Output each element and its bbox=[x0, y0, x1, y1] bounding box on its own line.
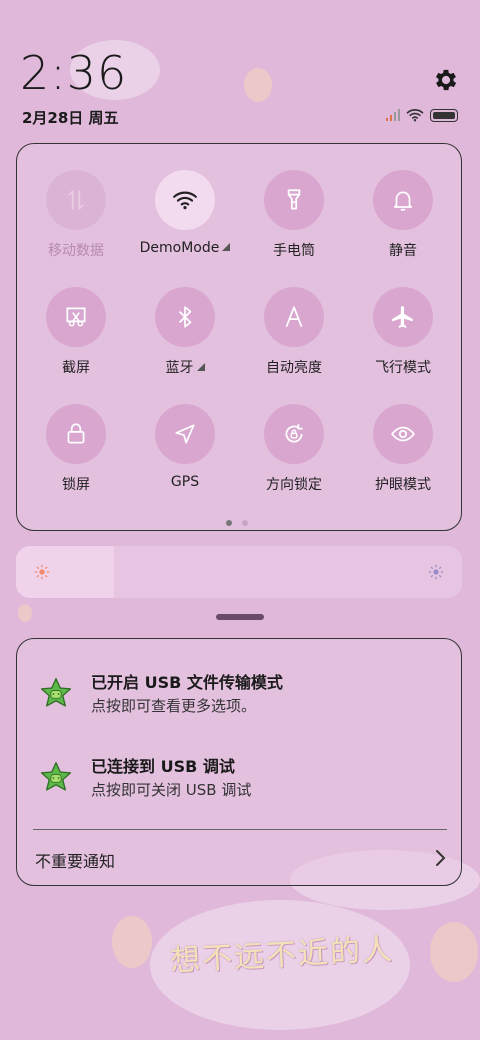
wifi-icon bbox=[155, 170, 215, 230]
wallpaper-dot bbox=[430, 922, 478, 982]
auto-brightness-icon bbox=[264, 287, 324, 347]
tile-screenshot[interactable]: 截屏 bbox=[21, 287, 131, 397]
android-star-icon bbox=[40, 678, 72, 707]
brightness-slider[interactable] bbox=[16, 546, 462, 598]
screenshot-icon bbox=[46, 287, 106, 347]
tile-demomode-wifi[interactable]: DemoMode bbox=[130, 170, 240, 280]
notification-title: 已开启 USB 文件传输模式 bbox=[91, 673, 283, 692]
drag-handle[interactable] bbox=[216, 614, 264, 620]
tile-label: 护眼模式 bbox=[375, 477, 431, 493]
page-dot-active bbox=[226, 520, 232, 526]
wallpaper-dot bbox=[112, 916, 152, 968]
clock-time: 2:36 bbox=[20, 46, 128, 100]
tile-auto-brightness[interactable]: 自动亮度 bbox=[239, 287, 349, 397]
page-dot bbox=[242, 520, 248, 526]
flashlight-icon bbox=[264, 170, 324, 230]
tile-airplane-mode[interactable]: 飞行模式 bbox=[348, 287, 458, 397]
tile-bluetooth[interactable]: 蓝牙 bbox=[130, 287, 240, 397]
tile-mute[interactable]: 静音 bbox=[348, 170, 458, 280]
tile-label: 飞行模式 bbox=[375, 360, 431, 376]
brightness-low-icon bbox=[34, 564, 50, 580]
battery-icon bbox=[430, 108, 458, 122]
divider bbox=[33, 829, 447, 830]
wallpaper-dot bbox=[18, 604, 32, 622]
tile-flashlight[interactable]: 手电筒 bbox=[239, 170, 349, 280]
clock-date: 2月28日 周五 bbox=[22, 109, 119, 127]
notification-item[interactable]: 已连接到 USB 调试 点按即可关闭 USB 调试 bbox=[17, 751, 463, 811]
location-icon bbox=[155, 404, 215, 464]
notification-subtitle: 点按即可查看更多选项。 bbox=[91, 697, 257, 715]
tile-label: 手电筒 bbox=[273, 243, 315, 259]
signal-icon bbox=[386, 109, 400, 121]
notification-title: 已连接到 USB 调试 bbox=[91, 757, 235, 776]
system-status-icons bbox=[386, 108, 458, 122]
tile-rotation-lock[interactable]: 方向锁定 bbox=[239, 404, 349, 514]
mobile-data-icon bbox=[46, 170, 106, 230]
tile-lock-screen[interactable]: 锁屏 bbox=[21, 404, 131, 514]
page-indicator bbox=[226, 520, 248, 526]
tile-label: 锁屏 bbox=[62, 477, 90, 493]
brightness-high-icon bbox=[428, 564, 444, 580]
tile-label: DemoMode bbox=[139, 240, 220, 256]
tile-label: 自动亮度 bbox=[266, 360, 322, 376]
notification-item[interactable]: 已开启 USB 文件传输模式 点按即可查看更多选项。 bbox=[17, 667, 463, 727]
brightness-fill bbox=[16, 546, 115, 598]
bell-icon bbox=[373, 170, 433, 230]
tile-label: 静音 bbox=[389, 243, 417, 259]
android-star-icon bbox=[40, 762, 72, 791]
eye-icon bbox=[373, 404, 433, 464]
notification-panel: 已开启 USB 文件传输模式 点按即可查看更多选项。 已连接到 USB 调试 点… bbox=[16, 638, 462, 886]
expand-triangle-icon bbox=[222, 243, 231, 251]
tile-label: 移动数据 bbox=[48, 243, 104, 259]
airplane-icon bbox=[373, 287, 433, 347]
gear-icon[interactable] bbox=[432, 66, 460, 94]
tile-eye-care[interactable]: 护眼模式 bbox=[348, 404, 458, 514]
tile-label: 方向锁定 bbox=[266, 477, 322, 493]
quick-settings-panel: 移动数据 DemoMode 手电筒 静音 截屏 蓝牙 自动亮度 飞行模式 锁屏 … bbox=[16, 143, 462, 531]
tile-label: GPS bbox=[170, 474, 200, 490]
lock-icon bbox=[46, 404, 106, 464]
tile-label: 蓝牙 bbox=[165, 360, 194, 376]
tile-label: 截屏 bbox=[62, 360, 90, 376]
unimportant-notifications-link[interactable]: 不重要通知 bbox=[35, 848, 115, 872]
tile-gps[interactable]: GPS bbox=[130, 404, 240, 514]
expand-triangle-icon bbox=[196, 363, 205, 371]
chevron-right-icon[interactable] bbox=[435, 849, 447, 867]
tile-mobile-data[interactable]: 移动数据 bbox=[21, 170, 131, 280]
rotation-lock-icon bbox=[264, 404, 324, 464]
wifi-icon bbox=[406, 109, 424, 122]
notification-subtitle: 点按即可关闭 USB 调试 bbox=[91, 781, 252, 799]
wallpaper-dot bbox=[244, 68, 272, 102]
bluetooth-icon bbox=[155, 287, 215, 347]
